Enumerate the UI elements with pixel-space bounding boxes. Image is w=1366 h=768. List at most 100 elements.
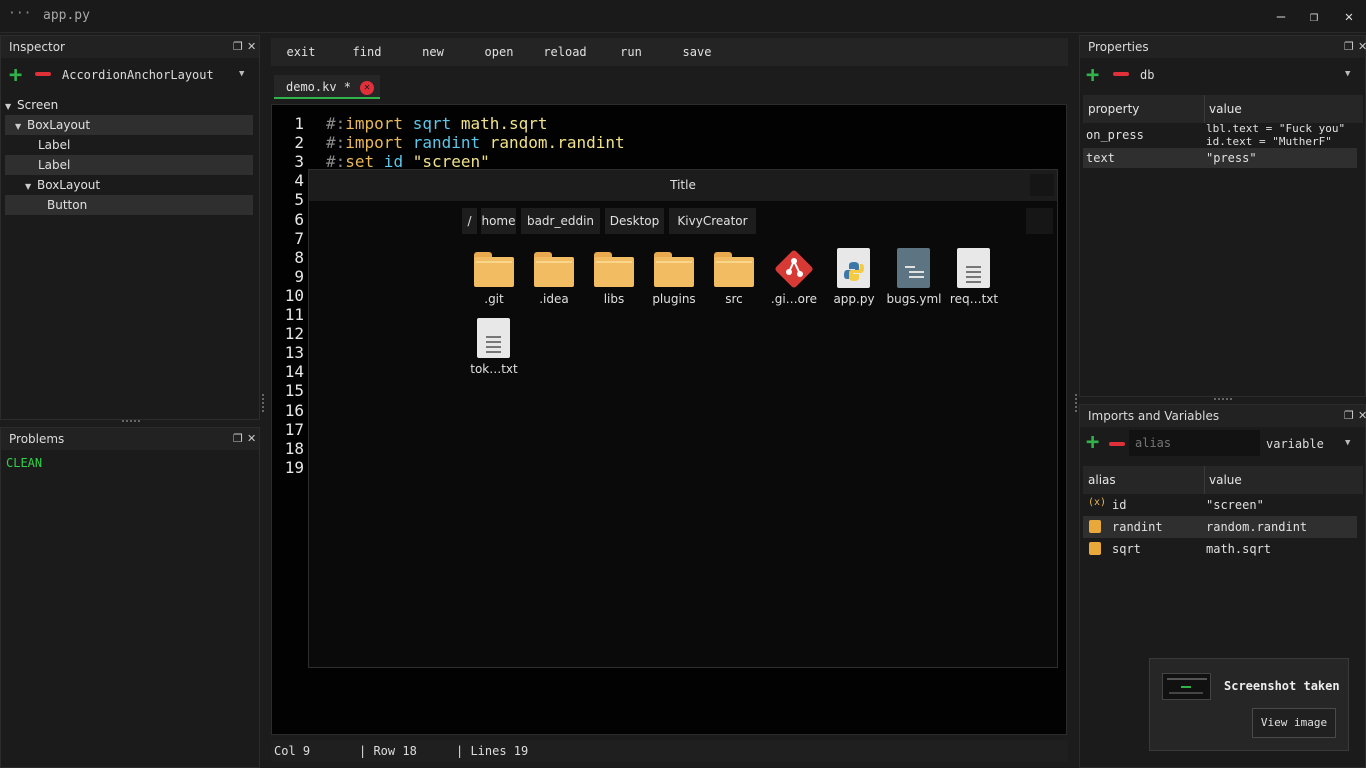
breadcrumb-badr-eddin[interactable]: badr_eddin — [521, 208, 600, 234]
title-bar: ··· app.py — ❐ ✕ — [0, 0, 1366, 33]
table-row[interactable]: randint random.randint — [1083, 516, 1357, 538]
run-button[interactable]: run — [601, 38, 661, 66]
expand-triangle-icon[interactable]: ▼ — [15, 117, 27, 137]
imports-title: Imports and Variables — [1088, 409, 1220, 423]
column-header-alias: alias — [1088, 473, 1116, 487]
maximize-button[interactable]: ❐ — [1299, 6, 1329, 28]
folder-icon — [534, 252, 574, 287]
dialog-close-button[interactable] — [1030, 174, 1054, 196]
float-panel-icon[interactable]: ❐ — [233, 36, 243, 58]
close-panel-icon[interactable]: ✕ — [247, 428, 256, 450]
table-row[interactable]: on_press lbl.text = "Fuck you" id.text =… — [1083, 122, 1363, 148]
table-row[interactable]: sqrt math.sqrt — [1083, 538, 1357, 560]
add-import-button[interactable]: + — [1086, 432, 1099, 454]
file-item-plugins[interactable]: plugins — [644, 246, 704, 310]
splitter-handle[interactable] — [122, 420, 140, 424]
status-bar: Col 9 | Row 18 | Lines 19 — [271, 740, 1068, 762]
column-header-value: value — [1209, 102, 1242, 116]
line-number: 17 — [284, 419, 304, 439]
splitter-handle[interactable] — [1075, 394, 1078, 412]
line-number: 16 — [284, 400, 304, 420]
tree-item-boxlayout[interactable]: ▼ BoxLayout — [5, 115, 253, 135]
close-panel-icon[interactable]: ✕ — [1358, 36, 1366, 58]
breadcrumb-home[interactable]: home — [481, 208, 516, 234]
file-item-git[interactable]: .git — [464, 246, 524, 310]
remove-widget-button[interactable] — [35, 72, 51, 76]
chevron-down-icon[interactable]: ▼ — [239, 69, 244, 79]
inspector-panel: Inspector ❐ ✕ + AccordionAnchorLayout ▼ … — [0, 35, 260, 420]
view-image-button[interactable]: View image — [1252, 708, 1336, 738]
breadcrumb-kivycreator[interactable]: KivyCreator — [669, 208, 756, 234]
chevron-down-icon[interactable]: ▼ — [1345, 438, 1350, 448]
tree-item-label-2[interactable]: Label — [5, 155, 253, 175]
float-panel-icon[interactable]: ❐ — [1344, 405, 1354, 427]
line-number: 4 — [294, 171, 304, 191]
new-button[interactable]: new — [403, 38, 463, 66]
file-item-bugs-yml[interactable]: bugs.yml — [884, 246, 944, 310]
line-number: 10 — [284, 285, 304, 305]
layout-select[interactable]: AccordionAnchorLayout — [62, 68, 214, 82]
file-name: .idea — [539, 292, 569, 306]
chevron-down-icon[interactable]: ▼ — [1345, 69, 1350, 79]
file-item-tok[interactable]: tok…txt — [464, 316, 524, 380]
type-select[interactable]: variable — [1266, 437, 1324, 451]
float-panel-icon[interactable]: ❐ — [1344, 36, 1354, 58]
save-button[interactable]: save — [667, 38, 727, 66]
tree-item-boxlayout-nested[interactable]: ▼ BoxLayout — [5, 175, 253, 195]
module-icon — [1089, 542, 1101, 555]
splitter-handle[interactable] — [262, 394, 265, 412]
open-button[interactable]: open — [469, 38, 529, 66]
close-panel-icon[interactable]: ✕ — [1358, 405, 1366, 427]
file-item-libs[interactable]: libs — [584, 246, 644, 310]
reload-button[interactable]: reload — [535, 38, 595, 66]
add-property-button[interactable]: + — [1086, 65, 1099, 87]
inspector-title: Inspector — [9, 40, 65, 54]
menu-dots-icon[interactable]: ··· — [8, 6, 31, 21]
file-item-gitignore[interactable]: .gi…ore — [764, 246, 824, 310]
property-select[interactable]: db — [1140, 68, 1154, 82]
line-number: 7 — [294, 228, 304, 248]
properties-title: Properties — [1088, 40, 1149, 54]
float-panel-icon[interactable]: ❐ — [233, 428, 243, 450]
file-item-requirements[interactable]: req…txt — [944, 246, 1004, 310]
problems-panel: Problems ❐ ✕ CLEAN — [0, 427, 260, 768]
file-item-src[interactable]: src — [704, 246, 764, 310]
tree-item-screen[interactable]: ▼ Screen — [5, 95, 253, 115]
file-name: plugins — [652, 292, 696, 306]
line-number: 8 — [294, 247, 304, 267]
property-name: text — [1086, 151, 1115, 165]
remove-property-button[interactable] — [1113, 72, 1129, 76]
alias-input[interactable] — [1129, 430, 1260, 456]
tab-demo-kv[interactable]: demo.kv * ✕ — [274, 75, 380, 99]
code-line: #:import sqrt math.sqrt — [326, 114, 548, 133]
screenshot-thumbnail[interactable] — [1162, 673, 1211, 700]
tree-item-label: BoxLayout — [27, 118, 91, 132]
tree-item-button[interactable]: Button — [5, 195, 253, 215]
close-panel-icon[interactable]: ✕ — [247, 36, 256, 58]
close-window-button[interactable]: ✕ — [1334, 6, 1364, 28]
breadcrumb-desktop[interactable]: Desktop — [605, 208, 664, 234]
file-item-app-py[interactable]: app.py — [824, 246, 884, 310]
expand-triangle-icon[interactable]: ▼ — [25, 177, 37, 197]
file-item-idea[interactable]: .idea — [524, 246, 584, 310]
table-row[interactable]: text "press" — [1083, 148, 1357, 168]
properties-table-header: property value — [1083, 95, 1363, 123]
table-row[interactable]: (x) id "screen" — [1083, 494, 1357, 516]
tree-item-label-1[interactable]: Label — [5, 135, 253, 155]
breadcrumb-root[interactable]: / — [462, 208, 477, 234]
line-number: 9 — [294, 266, 304, 286]
exit-button[interactable]: exit — [271, 38, 331, 66]
remove-import-button[interactable] — [1109, 442, 1125, 446]
window-title: app.py — [43, 8, 90, 23]
splitter-handle[interactable] — [1214, 398, 1232, 402]
column-header-property: property — [1088, 102, 1140, 116]
dialog-option-button[interactable] — [1026, 208, 1053, 234]
add-widget-button[interactable]: + — [9, 65, 22, 87]
close-tab-icon[interactable]: ✕ — [360, 81, 374, 95]
inspector-header: Inspector ❐ ✕ — [1, 36, 259, 58]
expand-triangle-icon[interactable]: ▼ — [5, 97, 17, 117]
minimize-button[interactable]: — — [1266, 6, 1296, 28]
tree-item-label: Screen — [17, 98, 59, 112]
tree-item-label: Label — [38, 138, 71, 152]
find-button[interactable]: find — [337, 38, 397, 66]
